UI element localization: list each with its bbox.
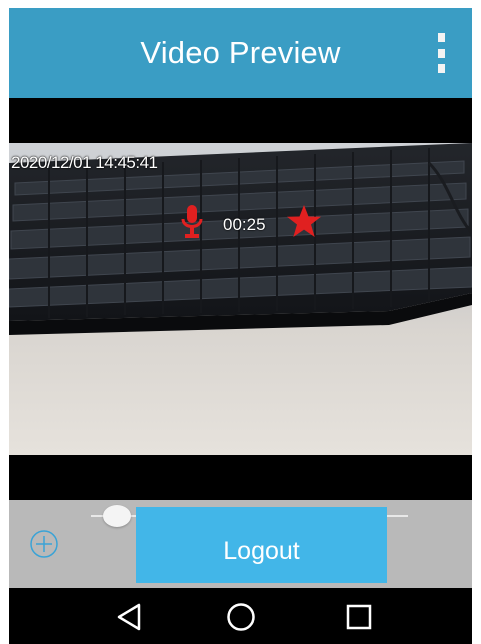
video-frame: 2020/12/01 14:45:41 00:25 [9, 143, 472, 455]
video-preview: 2020/12/01 14:45:41 00:25 [9, 98, 472, 500]
control-panel: Logout [9, 500, 472, 588]
home-icon[interactable] [226, 602, 256, 632]
zoom-in-icon[interactable] [29, 529, 59, 559]
logout-button[interactable]: Logout [136, 507, 387, 583]
video-timestamp: 2020/12/01 14:45:41 [11, 153, 158, 172]
keyboard-scene [9, 143, 472, 335]
back-icon[interactable] [115, 602, 143, 632]
recording-time: 00:25 [223, 215, 266, 234]
navigation-bar [9, 588, 472, 644]
overflow-menu-icon[interactable] [431, 33, 451, 73]
page-title: Video Preview [140, 35, 341, 70]
app-bar: Video Preview [9, 8, 472, 98]
recents-icon[interactable] [345, 602, 373, 632]
zoom-slider-thumb[interactable] [103, 505, 131, 527]
microphone-icon [181, 205, 203, 238]
star-icon[interactable] [286, 204, 322, 238]
